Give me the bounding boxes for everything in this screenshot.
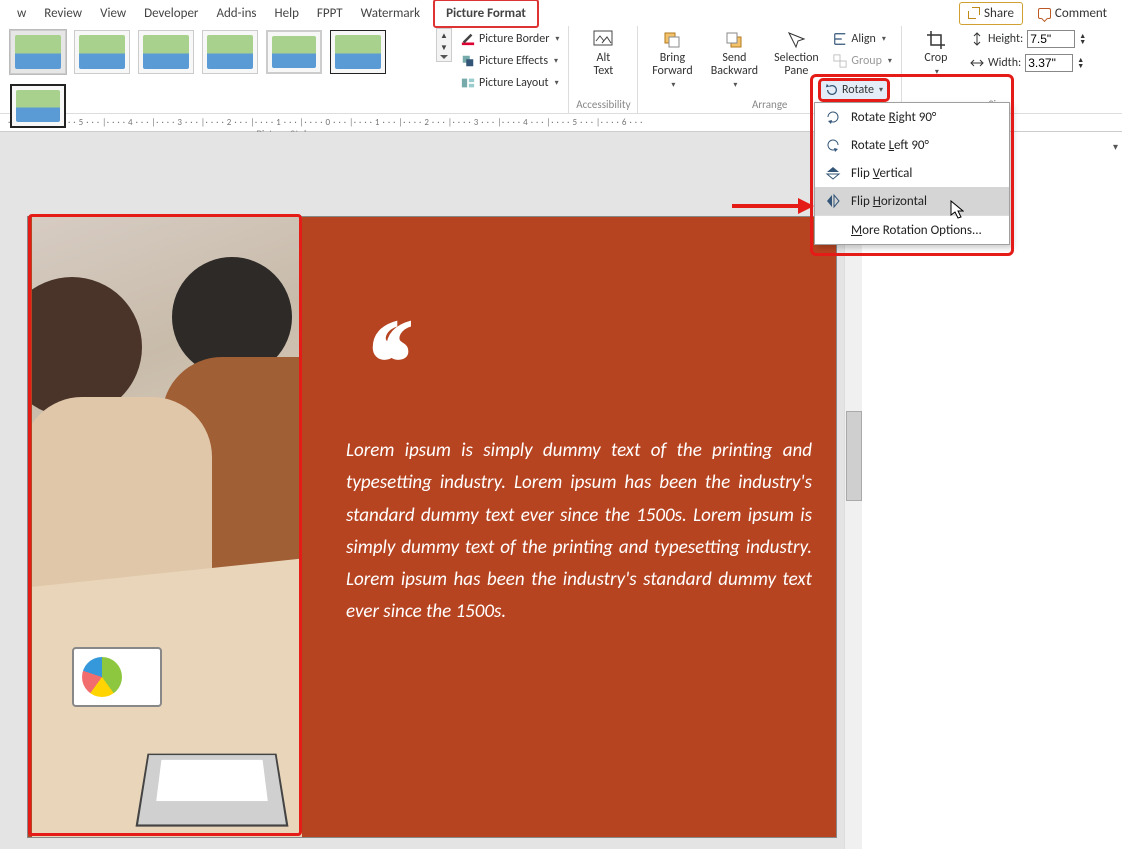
style-thumb-6[interactable] (330, 30, 386, 74)
menu-bar: w Review View Developer Add-ins Help FPP… (0, 0, 1122, 26)
height-icon (970, 32, 984, 46)
width-input[interactable] (1025, 54, 1073, 72)
selection-pane-label: SelectionPane (774, 52, 819, 78)
bring-forward-button[interactable]: BringForward▾ (644, 28, 700, 92)
size-fields: Height: ▲▼ Width: ▲▼ (970, 28, 1086, 72)
tab-picture-format[interactable]: Picture Format (437, 2, 535, 25)
styles-gallery (10, 28, 430, 128)
picture-border-button[interactable]: Picture Border▾ (458, 30, 562, 48)
share-button[interactable]: Share (959, 2, 1023, 25)
rotate-right-90[interactable]: Rotate Right 90° (815, 103, 1009, 131)
group-label: Group (851, 54, 882, 68)
top-right-actions: Share Comment (959, 2, 1114, 25)
group-size: Crop▾ Height: ▲▼ Width: ▲▼ Size (902, 26, 1092, 113)
flip-horizontal-icon (825, 193, 841, 209)
selection-pane-button[interactable]: SelectionPane (768, 28, 824, 80)
rotate-right-icon (825, 109, 841, 125)
flip-horizontal[interactable]: Flip Horizontal (815, 187, 1009, 215)
slide-paragraph[interactable]: Lorem ipsum is simply dummy text of the … (346, 435, 812, 629)
tab-addins[interactable]: Add-ins (207, 2, 265, 25)
group-label-accessibility: Accessibility (575, 98, 631, 113)
pane-collapse-arrow[interactable]: ▾ (1113, 140, 1118, 153)
send-backward-button[interactable]: SendBackward▾ (706, 28, 762, 92)
crop-label: Crop (924, 52, 947, 65)
style-thumb-2[interactable] (74, 30, 130, 74)
more-rotation-options[interactable]: More Rotation Options... (815, 216, 1009, 244)
flip-vertical[interactable]: Flip Vertical (815, 159, 1009, 187)
group-button[interactable]: Group▾ (830, 52, 895, 70)
style-thumb-1[interactable] (10, 30, 66, 74)
bring-forward-label: BringForward (652, 52, 692, 78)
align-icon (833, 32, 847, 46)
picture-layout-button[interactable]: Picture Layout▾ (458, 74, 562, 92)
height-label: Height: (988, 32, 1023, 46)
alt-text-icon (593, 30, 613, 50)
rotate-menu: Rotate Right 90° Rotate Left 90° Flip Ve… (814, 102, 1010, 245)
rotate-label: Rotate (842, 83, 874, 97)
layout-icon (461, 76, 475, 90)
quote-mark: ‘‘ (358, 289, 395, 439)
cursor-icon (950, 200, 964, 220)
rotate-button[interactable]: Rotate▾ (818, 78, 890, 102)
slide-picture[interactable] (32, 217, 302, 837)
width-label: Width: (988, 56, 1021, 70)
alt-text-button[interactable]: AltText (575, 28, 631, 80)
picture-effects-label: Picture Effects (479, 54, 548, 68)
group-picture-styles: ▲▼ Picture Border▾ Picture Effects▾ Pict… (4, 26, 569, 113)
height-stepper[interactable]: ▲▼ (1079, 33, 1086, 45)
tab-developer[interactable]: Developer (135, 2, 207, 25)
annotation-arrow (732, 196, 814, 216)
effects-icon (461, 54, 475, 68)
crop-icon (926, 30, 946, 50)
rotate-left-90[interactable]: Rotate Left 90° (815, 131, 1009, 159)
group-accessibility: AltText Accessibility (569, 26, 638, 113)
tab-help[interactable]: Help (266, 2, 308, 25)
width-stepper[interactable]: ▲▼ (1077, 57, 1084, 69)
width-icon (970, 56, 984, 70)
style-thumb-3[interactable] (138, 30, 194, 74)
rotate-left-icon (825, 137, 841, 153)
styles-gallery-more[interactable]: ▲▼ (436, 28, 452, 62)
scroll-thumb[interactable] (846, 411, 862, 501)
height-row: Height: ▲▼ (970, 30, 1086, 48)
selection-pane-icon (786, 30, 806, 50)
tab-picture-format-highlight: Picture Format (433, 0, 539, 28)
style-thumb-7[interactable] (10, 84, 66, 128)
tab-view[interactable]: View (91, 2, 135, 25)
ribbon: ▲▼ Picture Border▾ Picture Effects▾ Pict… (0, 26, 1122, 114)
tab-watermark[interactable]: Watermark (352, 2, 430, 25)
align-label: Align (851, 32, 875, 46)
comment-label: Comment (1055, 6, 1107, 21)
picture-layout-label: Picture Layout (479, 76, 549, 90)
crop-button[interactable]: Crop▾ (908, 28, 964, 79)
flip-vertical-icon (825, 165, 841, 181)
pen-icon (461, 32, 475, 46)
share-label: Share (984, 6, 1014, 21)
picture-effects-button[interactable]: Picture Effects▾ (458, 52, 562, 70)
send-backward-icon (724, 30, 744, 50)
group-icon (833, 54, 847, 68)
bring-forward-icon (662, 30, 682, 50)
height-input[interactable] (1027, 30, 1075, 48)
style-thumb-4[interactable] (202, 30, 258, 74)
rotate-icon (825, 83, 839, 97)
comment-icon (1038, 8, 1051, 19)
share-icon (968, 7, 980, 19)
style-thumb-5[interactable] (266, 30, 322, 74)
align-button[interactable]: Align▾ (830, 30, 895, 48)
picture-border-label: Picture Border (479, 32, 549, 46)
comment-button[interactable]: Comment (1031, 2, 1114, 25)
send-backward-label: SendBackward (711, 52, 758, 78)
slide[interactable]: ‘‘ Lorem ipsum is simply dummy text of t… (28, 217, 836, 837)
tab-partial[interactable]: w (8, 2, 35, 25)
tab-review[interactable]: Review (35, 2, 91, 25)
tab-fppt[interactable]: FPPT (308, 2, 352, 25)
picture-format-stack: Picture Border▾ Picture Effects▾ Picture… (458, 28, 562, 92)
width-row: Width: ▲▼ (970, 54, 1086, 72)
alt-text-label: AltText (594, 52, 614, 78)
slide-canvas-area: ‘‘ Lorem ipsum is simply dummy text of t… (0, 132, 862, 849)
